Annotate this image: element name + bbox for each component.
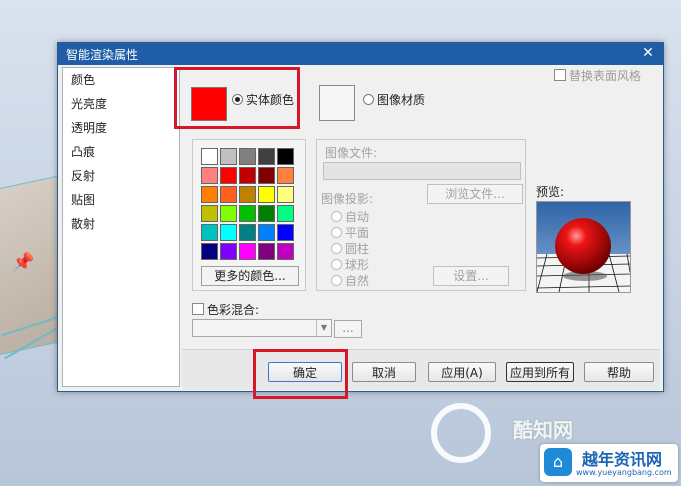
- replace-surface-style-checkbox[interactable]: 替换表面风格: [554, 67, 641, 84]
- palette-color-swatch[interactable]: [239, 148, 256, 165]
- watermark-brand: 酷知网: [513, 418, 573, 442]
- palette-color-swatch[interactable]: [201, 167, 218, 184]
- sidebar-item-bump[interactable]: 凸痕: [63, 140, 179, 164]
- smart-render-properties-dialog: 智能渲染属性 ✕ 颜色 光亮度 透明度 凸痕 反射 贴图 散射 实体颜色 图像材…: [57, 42, 664, 399]
- projection-option-plane[interactable]: 平面: [331, 224, 369, 241]
- palette-color-swatch[interactable]: [258, 205, 275, 222]
- color-blend-label: 色彩混合:: [207, 303, 260, 317]
- radio-unselected-icon: [331, 211, 342, 222]
- cancel-button[interactable]: 取消: [352, 362, 416, 382]
- apply-button[interactable]: 应用(A): [428, 362, 496, 382]
- watermark-badge-title: 越年资讯网: [582, 450, 663, 469]
- palette-color-swatch[interactable]: [239, 205, 256, 222]
- wifi-icon: ⌂: [544, 448, 572, 476]
- projection-option-sphere[interactable]: 球形: [331, 256, 369, 273]
- replace-surface-style-label: 替换表面风格: [569, 69, 642, 83]
- preview-label: 预览:: [536, 185, 565, 199]
- radio-unselected-icon: [331, 243, 342, 254]
- palette-color-swatch[interactable]: [201, 186, 218, 203]
- projection-option-natural[interactable]: 自然: [331, 272, 369, 289]
- sidebar-item-gloss[interactable]: 光亮度: [63, 92, 179, 116]
- pushpin-icon: 📌: [12, 252, 35, 273]
- projection-option-auto[interactable]: 自动: [331, 208, 369, 225]
- checkbox-icon: [554, 69, 566, 81]
- render-preview: [536, 201, 631, 293]
- chevron-down-icon: ▼: [316, 320, 331, 336]
- color-blend-select[interactable]: ▼: [192, 319, 332, 337]
- palette-color-swatch[interactable]: [239, 243, 256, 260]
- palette-color-swatch[interactable]: [258, 148, 275, 165]
- palette-color-swatch[interactable]: [277, 167, 294, 184]
- projection-option-cylinder[interactable]: 圆柱: [331, 240, 369, 257]
- palette-color-swatch[interactable]: [201, 243, 218, 260]
- apply-to-all-button[interactable]: 应用到所有: [506, 362, 574, 382]
- preview-sphere-image: [537, 202, 630, 292]
- red-highlight-box: [253, 349, 348, 399]
- sidebar-item-color[interactable]: 颜色: [63, 68, 179, 92]
- more-colors-button[interactable]: 更多的颜色...: [201, 266, 299, 286]
- checkbox-icon: [192, 303, 204, 315]
- watermark-badge-url: www.yueyangbang.com: [576, 468, 672, 477]
- sidebar-item-scatter[interactable]: 散射: [63, 212, 179, 236]
- palette-color-swatch[interactable]: [220, 205, 237, 222]
- palette-color-swatch[interactable]: [220, 148, 237, 165]
- palette-color-swatch[interactable]: [258, 186, 275, 203]
- sidebar-item-transparency[interactable]: 透明度: [63, 116, 179, 140]
- palette-color-swatch[interactable]: [220, 243, 237, 260]
- radio-unselected-icon: [331, 227, 342, 238]
- sidebar-item-reflection[interactable]: 反射: [63, 164, 179, 188]
- palette-color-swatch[interactable]: [258, 224, 275, 241]
- palette-color-swatch[interactable]: [201, 205, 218, 222]
- radio-unselected-icon: [363, 94, 374, 105]
- palette-color-swatch[interactable]: [239, 186, 256, 203]
- red-highlight-box: [174, 67, 300, 129]
- palette-color-swatch[interactable]: [258, 243, 275, 260]
- color-blend-checkbox[interactable]: 色彩混合:: [192, 301, 259, 318]
- palette-color-swatch[interactable]: [277, 205, 294, 222]
- color-blend-more-button[interactable]: ...: [334, 320, 362, 338]
- radio-unselected-icon: [331, 259, 342, 270]
- color-palette: 更多的颜色...: [192, 139, 306, 291]
- image-material-swatch[interactable]: [319, 85, 355, 121]
- palette-color-swatch[interactable]: [258, 167, 275, 184]
- palette-color-swatch[interactable]: [201, 148, 218, 165]
- image-projection-label: 图像投影:: [321, 192, 374, 206]
- palette-grid: [201, 148, 294, 260]
- palette-color-swatch[interactable]: [220, 167, 237, 184]
- image-file-input[interactable]: [323, 162, 521, 180]
- palette-color-swatch[interactable]: [277, 148, 294, 165]
- palette-color-swatch[interactable]: [277, 186, 294, 203]
- projection-settings-button[interactable]: 设置...: [433, 266, 509, 286]
- dialog-title: 智能渲染属性: [66, 47, 139, 62]
- image-material-radio[interactable]: 图像材质: [363, 91, 425, 108]
- help-button[interactable]: 帮助: [584, 362, 654, 382]
- browse-file-button[interactable]: 浏览文件...: [427, 184, 523, 204]
- image-material-label: 图像材质: [377, 93, 426, 107]
- palette-color-swatch[interactable]: [239, 167, 256, 184]
- image-material-panel: 图像文件: 浏览文件... 图像投影: 自动 平面 圆柱 球形 自然 设置...: [316, 139, 526, 291]
- watermark-logo-icon: [431, 403, 491, 463]
- property-category-list: 颜色 光亮度 透明度 凸痕 反射 贴图 散射: [62, 67, 180, 387]
- dialog-titlebar: 智能渲染属性 ✕: [58, 43, 663, 65]
- close-icon[interactable]: ✕: [641, 46, 655, 60]
- palette-color-swatch[interactable]: [277, 243, 294, 260]
- sidebar-item-texture[interactable]: 贴图: [63, 188, 179, 212]
- image-file-label: 图像文件:: [325, 146, 378, 160]
- palette-color-swatch[interactable]: [201, 224, 218, 241]
- palette-color-swatch[interactable]: [220, 186, 237, 203]
- radio-unselected-icon: [331, 275, 342, 286]
- palette-color-swatch[interactable]: [277, 224, 294, 241]
- palette-color-swatch[interactable]: [239, 224, 256, 241]
- watermark-badge: ⌂ 越年资讯网 www.yueyangbang.com: [540, 444, 678, 482]
- palette-color-swatch[interactable]: [220, 224, 237, 241]
